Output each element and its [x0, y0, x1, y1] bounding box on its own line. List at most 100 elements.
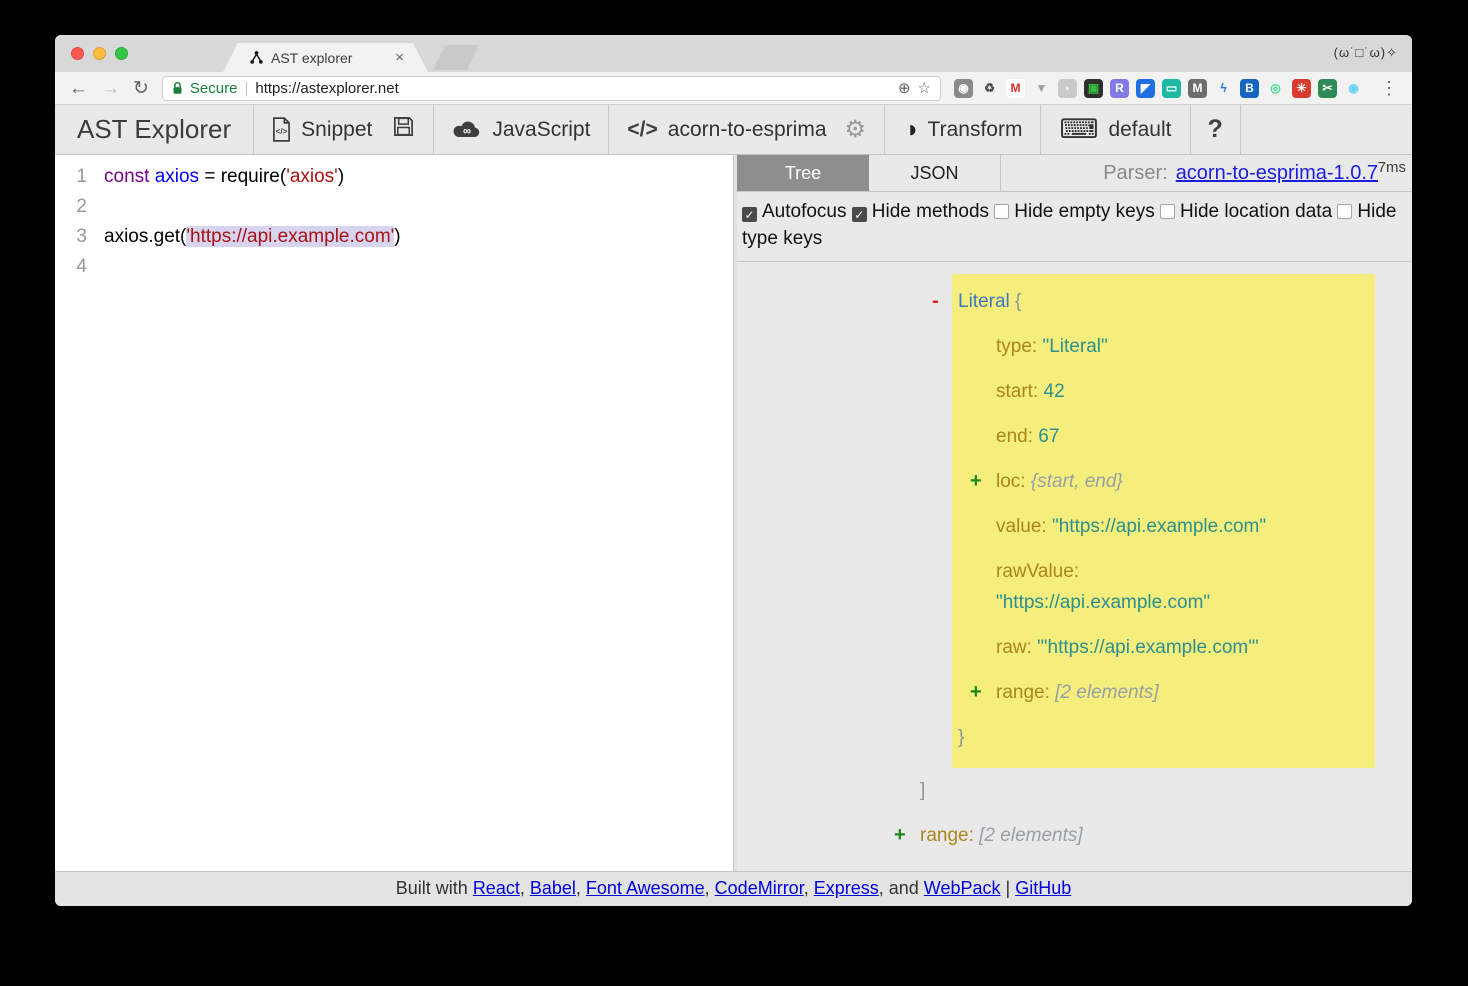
bookmark-star-icon[interactable]: ☆ [918, 79, 931, 97]
camera-icon[interactable]: ◉ [954, 79, 973, 98]
tree-row: value: "https://api.example.com" [952, 504, 1375, 549]
chrome-menu-icon[interactable]: ⋮ [1376, 78, 1402, 99]
tab-json[interactable]: JSON [869, 155, 1001, 191]
parser-button[interactable]: </> acorn-to-esprima [627, 118, 826, 142]
expand-toggle-icon[interactable]: + [970, 670, 982, 715]
save-button[interactable] [392, 115, 415, 144]
code-text: axios.get('https://api.example.com') [93, 222, 401, 252]
code-token: = require( [199, 166, 286, 187]
browser-tab[interactable]: AST explorer × [223, 43, 428, 72]
close-tab-icon[interactable]: × [395, 49, 404, 66]
parser-version-link[interactable]: acorn-to-esprima-1.0.7 [1176, 162, 1378, 185]
footer-link-codemirror[interactable]: CodeMirror [715, 878, 804, 898]
language-button[interactable]: ∞ JavaScript [434, 105, 609, 154]
save-icon [392, 115, 415, 138]
ast-key: raw: [996, 637, 1037, 658]
checkbox-icon[interactable] [1160, 204, 1175, 219]
new-tab-button[interactable] [433, 45, 479, 70]
transform-toggle-button[interactable]: ◑ Transform [885, 105, 1041, 154]
snippet-button[interactable]: </> Snippet [272, 117, 372, 142]
code-token: 'axios' [286, 166, 338, 187]
tree-row: +range: [2 elements] [737, 813, 1412, 858]
editor-line[interactable]: 4 [55, 252, 733, 282]
expand-toggle-icon[interactable]: + [970, 459, 982, 504]
keyboard-icon: ⌨ [1059, 114, 1098, 145]
footer-link-babel[interactable]: Babel [530, 878, 576, 898]
ast-punct: } [958, 727, 964, 748]
parser-options: ✓ Autofocus ✓Hide methods Hide empty keys… [737, 192, 1412, 262]
footer-link-react[interactable]: React [473, 878, 520, 898]
back-icon[interactable]: ← [69, 79, 88, 98]
backlog-icon[interactable]: B [1240, 79, 1259, 98]
tree-row: } [952, 715, 1375, 760]
window-close-button[interactable] [71, 47, 84, 60]
footer-link-webpack[interactable]: WebPack [924, 878, 1001, 898]
editor-line[interactable]: 1const axios = require('axios') [55, 162, 733, 192]
url-text[interactable]: https://astexplorer.net [255, 80, 398, 97]
option-hide-location-data[interactable]: Hide location data [1160, 201, 1332, 222]
r-hexagon-icon[interactable]: R [1110, 79, 1129, 98]
option-hide-empty-keys[interactable]: Hide empty keys [994, 201, 1154, 222]
vue-icon[interactable]: ▼ [1032, 79, 1051, 98]
ast-value: 42 [1044, 381, 1065, 402]
footer-link-express[interactable]: Express [814, 878, 879, 898]
address-bar[interactable]: Secure | https://astexplorer.net ⊕ ☆ [162, 76, 941, 101]
line-number: 3 [55, 222, 93, 252]
ast-tabs-row: Tree JSON Parser: acorn-to-esprima-1.0.7… [737, 155, 1412, 192]
window-controls [71, 47, 128, 60]
flow-icon[interactable]: ◤ [1136, 79, 1155, 98]
zoom-page-icon[interactable]: ⊕ [898, 79, 911, 97]
ast-tree[interactable]: -Literal {type: "Literal"start: 42end: 6… [737, 262, 1412, 871]
gmail-icon[interactable]: M [1006, 79, 1025, 98]
checkbox-icon[interactable] [994, 204, 1009, 219]
parser-settings-gear-icon[interactable]: ⚙ [845, 115, 867, 144]
parse-time: 7ms [1378, 159, 1406, 176]
tree-row: type: "Literal" [952, 324, 1375, 369]
profile-badge[interactable]: (ω˙□˙ω)✧ [1334, 45, 1398, 61]
checkbox-icon[interactable] [1337, 204, 1352, 219]
option-label: Autofocus [762, 201, 847, 222]
checkbox-icon[interactable]: ✓ [852, 207, 867, 222]
ast-value: [2 elements] [1055, 682, 1159, 703]
footer-link-github[interactable]: GitHub [1015, 878, 1071, 898]
bolt-icon[interactable]: ϟ [1214, 79, 1233, 98]
code-text [93, 252, 104, 282]
footer-text: , and [879, 878, 924, 898]
parser-name-label: acorn-to-esprima [668, 118, 827, 142]
laptop-icon[interactable]: ▭ [1162, 79, 1181, 98]
ast-value: "'https://api.example.com'" [1037, 637, 1258, 658]
editor-line[interactable]: 2 [55, 192, 733, 222]
expand-toggle-icon[interactable]: + [894, 813, 906, 858]
editor-line[interactable]: 3axios.get('https://api.example.com') [55, 222, 733, 252]
option-label: Hide empty keys [1014, 201, 1154, 222]
react-icon[interactable]: ◉ [1344, 79, 1363, 98]
window-zoom-button[interactable] [115, 47, 128, 60]
footer-link-font-awesome[interactable]: Font Awesome [586, 878, 705, 898]
recycle-icon[interactable]: ♻ [980, 79, 999, 98]
monosnap-icon[interactable]: M [1188, 79, 1207, 98]
collapse-toggle-icon[interactable]: - [932, 279, 939, 324]
hive-icon[interactable]: ✳ [1292, 79, 1311, 98]
svg-text:∞: ∞ [463, 126, 471, 138]
extension-icons: ◉ ♻ M ▼ ▪ ▣ R ◤ ▭ MϟB ◎ ✳ ✂ ◉ [954, 79, 1363, 98]
reload-icon[interactable]: ↻ [133, 79, 149, 98]
window-minimize-button[interactable] [93, 47, 106, 60]
ast-punct: } [882, 870, 888, 871]
clipper-icon[interactable]: ✂ [1318, 79, 1337, 98]
chat-icon[interactable]: ▪ [1058, 79, 1077, 98]
tab-tree[interactable]: Tree [737, 155, 869, 191]
code-token: axios.get( [104, 226, 186, 247]
screenshot-icon[interactable]: ▣ [1084, 79, 1103, 98]
tree-row: ] [737, 768, 1412, 813]
checkbox-icon[interactable]: ✓ [742, 207, 757, 222]
ast-node-name[interactable]: Literal [958, 291, 1010, 312]
code-editor[interactable]: 1const axios = require('axios')23axios.g… [55, 155, 733, 871]
ast-key: end: [996, 426, 1038, 447]
help-button[interactable]: ? [1191, 105, 1241, 154]
keymap-button[interactable]: ⌨ default [1041, 105, 1190, 154]
code-token: ) [394, 226, 400, 247]
option-autofocus[interactable]: ✓ Autofocus [742, 201, 847, 222]
rings-icon[interactable]: ◎ [1266, 79, 1285, 98]
option-hide-methods[interactable]: ✓Hide methods [852, 201, 989, 222]
code-token: const [104, 166, 149, 187]
